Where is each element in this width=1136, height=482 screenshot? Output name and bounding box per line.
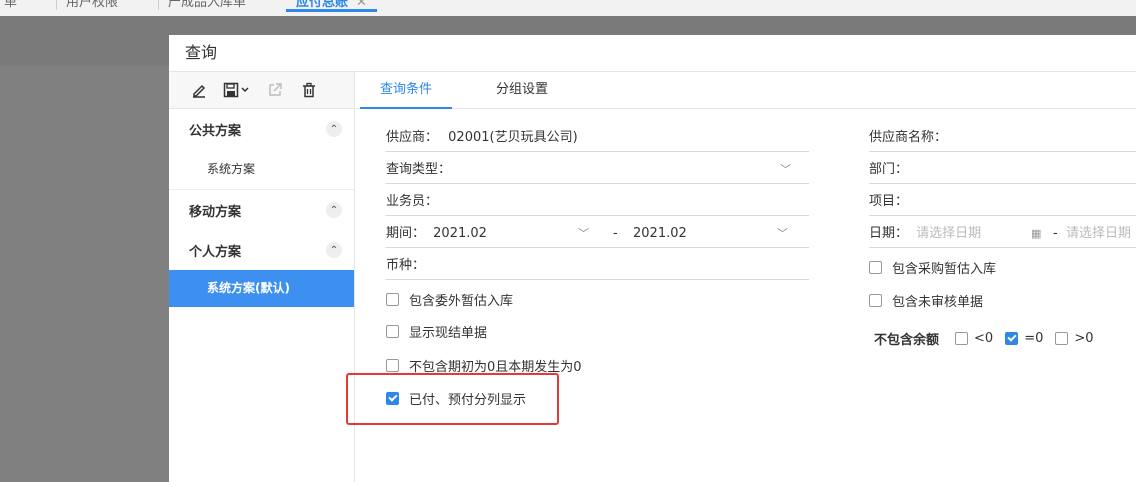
- tab-label: 单: [4, 0, 18, 10]
- checkbox-label: 包含未审核单据: [892, 294, 984, 310]
- supplier-name-field[interactable]: 供应商名称：: [869, 124, 1136, 152]
- period-label: 期间：: [386, 226, 426, 241]
- checkbox-label: 包含采购暂估入库: [892, 261, 997, 277]
- tab-partial[interactable]: 单: [0, 0, 27, 16]
- project-field[interactable]: 项目：: [869, 188, 1136, 216]
- close-icon[interactable]: ✕: [356, 0, 367, 10]
- scheme-toolbar: [169, 72, 354, 109]
- group-public-scheme[interactable]: 公共方案 ⌃: [169, 109, 354, 149]
- supplier-name-label: 供应商名称：: [869, 130, 948, 145]
- checkbox-exclude-zero[interactable]: 不包含期初为0且本期发生为0: [386, 355, 582, 375]
- checkbox-label: 包含委外暂估入库: [409, 293, 514, 309]
- save-icon[interactable]: [223, 80, 251, 100]
- trash-icon[interactable]: [299, 80, 319, 100]
- checkbox-box-checked[interactable]: [1005, 331, 1019, 345]
- tab-query-conditions[interactable]: 查询条件: [360, 72, 452, 109]
- checkbox-include-outsourced[interactable]: 包含委外暂估入库: [386, 289, 513, 309]
- period-range: 期间： 2021.02 ﹀ - 2021.02 ﹀: [386, 220, 809, 248]
- supplier-label: 供应商：: [386, 130, 439, 145]
- scheme-item-system[interactable]: 系统方案: [169, 149, 354, 189]
- period-separator: -: [613, 226, 618, 241]
- exclude-balance-label: 不包含余额: [874, 332, 940, 348]
- tab-group-settings[interactable]: 分组设置: [496, 72, 548, 109]
- group-label: 公共方案: [189, 123, 242, 139]
- project-label: 项目：: [869, 194, 909, 209]
- option-label: >0: [1074, 330, 1094, 346]
- salesman-field[interactable]: 业务员：: [386, 188, 809, 216]
- query-tabs: 查询条件 分组设置: [356, 72, 1136, 109]
- chevron-up-icon[interactable]: ⌃: [326, 242, 342, 258]
- exclude-balance-group: 不包含余额 <0 =0 >0: [874, 327, 1106, 349]
- tab-label: 产成品入库单: [168, 0, 247, 10]
- exclude-eq-zero-option[interactable]: =0: [1005, 331, 1051, 346]
- chevron-down-icon[interactable]: ﹀: [780, 156, 791, 184]
- group-label: 个人方案: [189, 244, 242, 260]
- date-label: 日期：: [869, 226, 909, 241]
- option-label: <0: [974, 330, 994, 346]
- period-from-select[interactable]: 2021.02: [433, 226, 487, 241]
- group-mobile-scheme[interactable]: 移动方案 ⌃: [169, 190, 354, 230]
- supplier-field[interactable]: 供应商： 02001(艺贝玩具公司): [386, 124, 809, 152]
- chevron-down-icon[interactable]: ﹀: [777, 220, 788, 248]
- date-to-input[interactable]: 请选择日期: [1066, 220, 1131, 248]
- checkbox-label: 显示现结单据: [409, 325, 488, 341]
- scheme-item-system-default[interactable]: 系统方案(默认): [169, 270, 354, 307]
- group-label: 移动方案: [189, 204, 242, 220]
- date-separator: -: [1053, 226, 1058, 241]
- checkbox-box[interactable]: [955, 331, 969, 345]
- pencil-icon[interactable]: [189, 80, 209, 100]
- period-to-select[interactable]: 2021.02: [633, 220, 687, 248]
- salesman-label: 业务员：: [386, 194, 439, 209]
- date-from-input[interactable]: 请选择日期: [916, 226, 981, 241]
- checkbox-show-cash-settled[interactable]: 显示现结单据: [386, 321, 487, 341]
- checkbox-box[interactable]: [386, 358, 399, 372]
- group-personal-scheme[interactable]: 个人方案 ⌃: [169, 230, 354, 270]
- dialog-title: 查询: [169, 35, 1136, 72]
- checkbox-box[interactable]: [1055, 331, 1069, 345]
- checkbox-box[interactable]: [869, 293, 882, 307]
- tab-finished-goods-receipt[interactable]: 产成品入库单: [158, 0, 256, 16]
- department-field[interactable]: 部门：: [869, 156, 1136, 184]
- department-label: 部门：: [869, 162, 909, 177]
- highlight-annotation: [346, 373, 559, 425]
- exclude-lt-zero-option[interactable]: <0: [955, 331, 1001, 346]
- top-tab-strip: 单 用户权限 产成品入库单 应付总账 ✕: [0, 0, 1136, 16]
- checkbox-label: 不包含期初为0且本期发生为0: [409, 359, 582, 375]
- option-label: =0: [1024, 330, 1044, 346]
- exclude-gt-zero-option[interactable]: >0: [1055, 331, 1101, 346]
- checkbox-box[interactable]: [869, 260, 882, 274]
- tab-label: 应付总账: [296, 0, 349, 10]
- checkbox-box[interactable]: [386, 292, 399, 306]
- calendar-icon[interactable]: ▦: [1031, 220, 1041, 248]
- query-type-select[interactable]: 查询类型： ﹀: [386, 156, 809, 184]
- scheme-panel: 公共方案 ⌃ 系统方案 移动方案 ⌃ 个人方案 ⌃ 系统方案(默认): [169, 72, 355, 482]
- tab-label: 用户权限: [66, 0, 119, 10]
- chevron-up-icon[interactable]: ⌃: [326, 202, 342, 218]
- date-range: 日期： 请选择日期 ▦ - 请选择日期: [869, 220, 1136, 248]
- checkbox-include-purchase-estimate[interactable]: 包含采购暂估入库: [869, 257, 996, 277]
- chevron-down-icon[interactable]: ﹀: [578, 220, 589, 248]
- checkbox-box[interactable]: [386, 324, 399, 338]
- tab-ap-ledger[interactable]: 应付总账 ✕: [286, 0, 377, 12]
- query-type-label: 查询类型：: [386, 162, 452, 177]
- supplier-value: 02001(艺贝玩具公司): [448, 130, 578, 145]
- checkbox-include-unaudited[interactable]: 包含未审核单据: [869, 290, 983, 310]
- currency-label: 币种：: [386, 258, 426, 273]
- chevron-up-icon[interactable]: ⌃: [326, 121, 342, 137]
- currency-field[interactable]: 币种：: [386, 252, 809, 280]
- tab-user-permission[interactable]: 用户权限: [56, 0, 128, 16]
- external-link-icon[interactable]: [265, 80, 285, 100]
